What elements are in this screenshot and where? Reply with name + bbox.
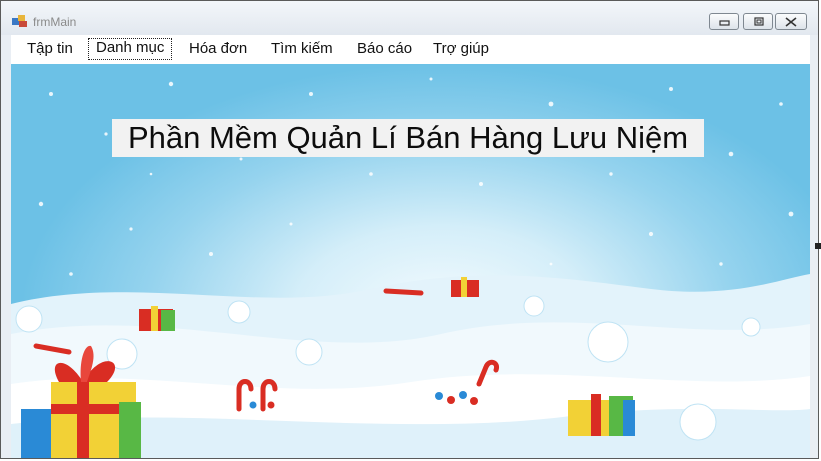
app-banner-title: Phần Mềm Quản Lí Bán Hàng Lưu Niệm — [112, 119, 704, 157]
menu-item-danh-muc[interactable]: Danh mục — [88, 38, 173, 60]
background-image: Phần Mềm Quản Lí Bán Hàng Lưu Niệm — [11, 64, 810, 458]
window-title: frmMain — [33, 15, 77, 29]
close-button[interactable] — [775, 13, 807, 30]
minimize-icon — [719, 20, 730, 26]
maximize-icon — [754, 17, 764, 26]
menu-item-hoa-don[interactable]: Hóa đơn — [182, 39, 254, 59]
menu-item-bao-cao[interactable]: Báo cáo — [350, 39, 419, 59]
menu-item-tro-giup[interactable]: Trợ giúp — [426, 39, 496, 59]
app-icon — [12, 14, 28, 28]
maximize-button[interactable] — [743, 13, 773, 30]
menu-item-tim-kiem[interactable]: Tìm kiếm — [264, 39, 340, 59]
app-window: frmMain Tập tin Danh mục Hóa đơn Tìm kiế… — [0, 0, 819, 459]
title-bar[interactable]: frmMain — [1, 1, 818, 35]
minimize-button[interactable] — [709, 13, 739, 30]
resize-grip[interactable] — [815, 243, 821, 249]
close-icon — [785, 17, 797, 27]
menu-item-tap-tin[interactable]: Tập tin — [20, 39, 80, 59]
menu-bar: Tập tin Danh mục Hóa đơn Tìm kiếm Báo cá… — [11, 35, 810, 64]
